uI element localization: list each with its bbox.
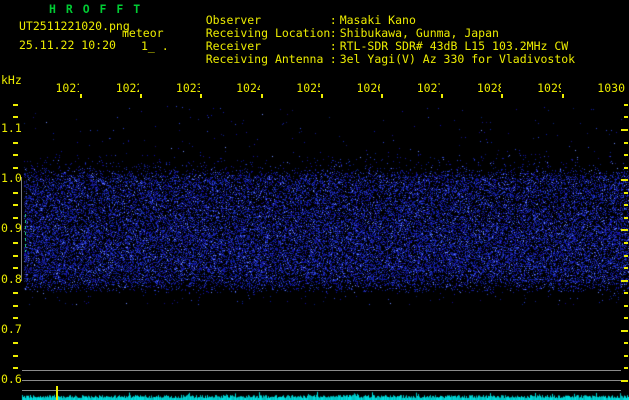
date-time: 25.11.22 10:20 [19, 39, 116, 52]
y-major-tick-right [621, 330, 628, 332]
y-minor-tick-right [624, 255, 628, 257]
info-row-location: Receiving Location: Shibukawa, Gunma, Jap… [178, 14, 499, 27]
y-minor-tick-left [13, 292, 18, 294]
x-axis-label: 1028 [477, 82, 501, 95]
app-title: H R O F F T [49, 3, 142, 16]
y-major-tick-right [621, 129, 628, 131]
y-axis-unit: kHz [1, 74, 22, 87]
y-minor-tick-right [624, 142, 628, 144]
y-minor-tick-left [13, 217, 18, 219]
y-axis-label: 0.7 [1, 323, 22, 336]
x-axis-label-clipped-digit: 2 [136, 82, 139, 95]
info-separator: : [330, 53, 340, 66]
x-minute-tick [562, 94, 564, 98]
info-label: Receiving Antenna [206, 53, 330, 66]
strip-reference-line-mid [22, 380, 621, 381]
y-major-tick-right [621, 380, 628, 382]
info-row-receiver: Receiver: RTL-SDR SDR# 43dB L15 103.2MHz … [178, 27, 568, 40]
x-minute-tick [80, 94, 82, 98]
carrier-trace [25, 214, 26, 252]
y-minor-tick-right [624, 192, 628, 194]
y-minor-tick-right [624, 104, 628, 106]
y-minor-tick-left [13, 167, 18, 169]
x-axis-label: 1030 [597, 82, 625, 95]
y-minor-tick-left [13, 154, 18, 156]
y-major-tick-right [621, 280, 628, 282]
y-minor-tick-left [13, 355, 18, 357]
y-minor-tick-left [13, 367, 18, 369]
y-minor-tick-left [13, 267, 18, 269]
y-minor-tick-left [13, 305, 18, 307]
info-row-observer: Observer: Masaki Kano [178, 1, 416, 14]
strip-reference-line-top [22, 370, 621, 371]
y-minor-tick-left [13, 342, 18, 344]
x-axis-label-clipped-digit: 9 [558, 82, 561, 95]
y-axis-label: 0.9 [1, 222, 22, 235]
x-axis-label: 1024 [236, 82, 260, 95]
x-axis-label-clipped-digit: 3 [197, 82, 200, 95]
x-axis-label-clipped-digit: 5 [317, 82, 320, 95]
y-minor-tick-left [13, 116, 18, 118]
y-major-tick-right [621, 229, 628, 231]
y-minor-tick-right [624, 367, 628, 369]
y-minor-tick-right [624, 167, 628, 169]
x-minute-tick [381, 94, 383, 98]
y-minor-tick-right [624, 242, 628, 244]
x-axis-label: 1022 [116, 82, 140, 95]
x-minute-tick [441, 94, 443, 98]
x-axis-label-clipped-digit: 1 [76, 82, 79, 95]
x-axis-label-clipped-digit: 7 [437, 82, 440, 95]
y-minor-tick-left [13, 242, 18, 244]
counter-text: 1_ . [141, 40, 169, 53]
x-minute-tick [200, 94, 202, 98]
x-minute-tick [261, 94, 263, 98]
x-axis-label-clipped-digit: 8 [498, 82, 501, 95]
x-axis-label: 1021 [56, 82, 80, 95]
hrofft-spectrogram-screen: H R O F F T UT2511221020.png meteor 25.1… [0, 0, 629, 400]
y-major-tick-right [621, 179, 628, 181]
band-left-edge-line [21, 177, 22, 281]
y-axis-label: 0.6 [1, 373, 22, 386]
y-minor-tick-right [624, 204, 628, 206]
strip-reference-line-bottom [22, 390, 621, 391]
x-minute-tick [140, 94, 142, 98]
info-row-antenna: Receiving Antenna:3el Yagi(V) Az 330 for… [178, 40, 575, 53]
y-minor-tick-right [624, 154, 628, 156]
x-axis-label: 1026 [357, 82, 381, 95]
minute-marker [56, 386, 58, 400]
y-minor-tick-right [624, 317, 628, 319]
y-axis-label: 0.8 [1, 273, 22, 286]
y-minor-tick-right [624, 217, 628, 219]
y-minor-tick-right [624, 292, 628, 294]
y-axis-label: 1.1 [1, 122, 22, 135]
y-minor-tick-left [13, 192, 18, 194]
x-axis-label: 1027 [417, 82, 441, 95]
x-axis-label: 1023 [176, 82, 200, 95]
info-value: 3el Yagi(V) Az 330 for Vladivostok [340, 53, 575, 66]
y-minor-tick-right [624, 267, 628, 269]
y-minor-tick-left [13, 104, 18, 106]
x-axis-label: 1029 [537, 82, 561, 95]
y-minor-tick-left [13, 255, 18, 257]
y-minor-tick-left [13, 204, 18, 206]
y-minor-tick-left [13, 142, 18, 144]
y-minor-tick-right [624, 116, 628, 118]
x-axis-label-clipped-digit: 4 [257, 82, 260, 95]
output-filename: UT2511221020.png [19, 20, 130, 33]
x-minute-tick [501, 94, 503, 98]
y-minor-tick-right [624, 342, 628, 344]
x-axis-label-clipped-digit: 6 [377, 82, 380, 95]
y-axis-label: 1.0 [1, 172, 22, 185]
y-minor-tick-left [13, 317, 18, 319]
y-minor-tick-right [624, 305, 628, 307]
x-minute-tick [321, 94, 323, 98]
x-axis-label: 1025 [296, 82, 320, 95]
y-minor-tick-right [624, 355, 628, 357]
